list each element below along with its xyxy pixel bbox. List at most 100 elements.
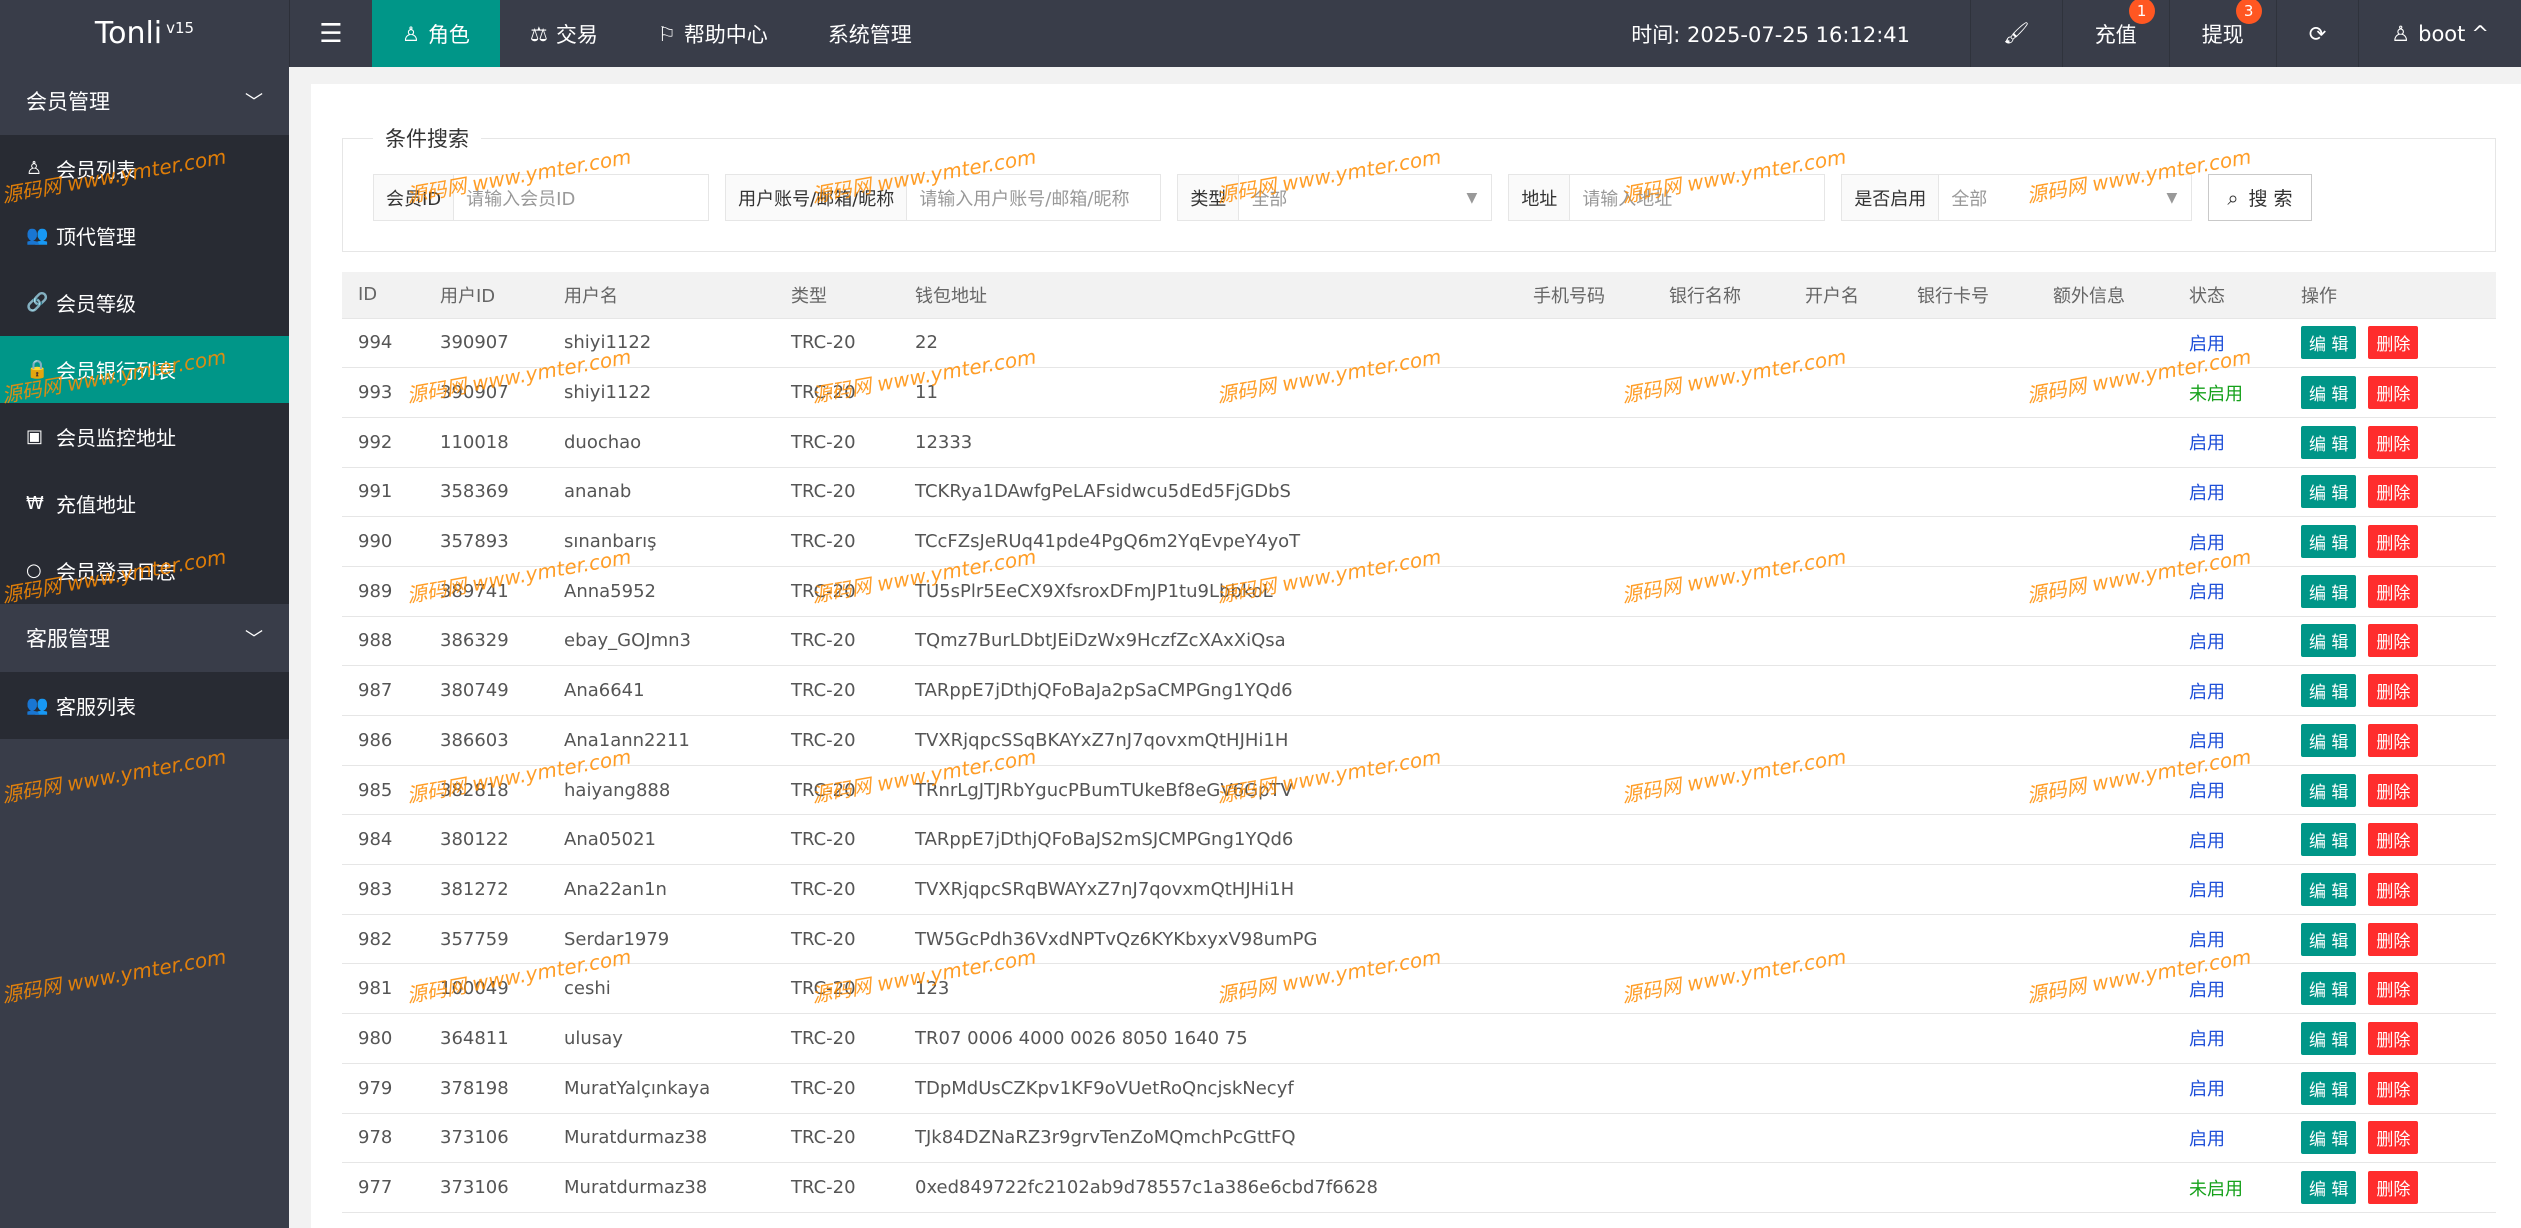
delete-button[interactable]: 删除 — [2368, 773, 2419, 807]
delete-button[interactable]: 删除 — [2368, 624, 2419, 658]
edit-button[interactable]: 编 辑 — [2301, 376, 2357, 410]
status-label[interactable]: 启用 — [2189, 980, 2225, 1001]
edit-button[interactable]: 编 辑 — [2301, 872, 2357, 906]
cell-status: 启用 — [2173, 566, 2285, 617]
edit-button[interactable]: 编 辑 — [2301, 674, 2357, 708]
status-label[interactable]: 启用 — [2189, 880, 2225, 901]
sidebar-item-member-bank[interactable]: 🔒 会员银行列表 — [0, 336, 289, 403]
status-label[interactable]: 启用 — [2189, 1079, 2225, 1100]
edit-button[interactable]: 编 辑 — [2301, 1071, 2357, 1105]
status-label[interactable]: 启用 — [2189, 781, 2225, 802]
cell-phone — [1517, 318, 1653, 369]
delete-button[interactable]: 删除 — [2368, 525, 2419, 559]
table-row: 986 386603 Ana1ann2211 TRC-20 TVXRjqpcSSqBKA… — [342, 715, 2496, 766]
delete-button[interactable]: 删除 — [2368, 872, 2419, 906]
menu-toggle-icon[interactable]: ☰ — [290, 0, 372, 67]
account-input[interactable]: 请输入用户账号/邮箱/昵称 — [907, 175, 1160, 220]
delete-button[interactable]: 删除 — [2368, 376, 2419, 410]
delete-button[interactable]: 删除 — [2368, 1171, 2419, 1205]
user-menu[interactable]: ♙ boot ^ — [2358, 0, 2521, 67]
edit-button[interactable]: 编 辑 — [2301, 823, 2357, 857]
chevron-down-icon: ﹀ — [245, 629, 263, 650]
delete-button[interactable]: 删除 — [2368, 972, 2419, 1006]
cell-phone — [1517, 1113, 1653, 1164]
delete-button[interactable]: 删除 — [2368, 475, 2419, 509]
edit-button[interactable]: 编 辑 — [2301, 326, 2357, 360]
cell-phone — [1517, 914, 1653, 965]
delete-button[interactable]: 删除 — [2368, 922, 2419, 956]
delete-button[interactable]: 删除 — [2368, 1121, 2419, 1155]
sidebar-item-member-list[interactable]: ♙ 会员列表 — [0, 135, 289, 202]
sidebar-item-recharge-address[interactable]: ₩ 充值地址 — [0, 470, 289, 537]
cell-card — [1901, 914, 2037, 965]
cell-actions: 编 辑删除 — [2285, 516, 2496, 567]
sidebar-group-service[interactable]: 客服管理 ﹀ — [0, 604, 289, 672]
status-label[interactable]: 启用 — [2189, 1029, 2225, 1050]
sidebar-item-top-agent[interactable]: 👥 顶代管理 — [0, 202, 289, 269]
cell-uid: 357759 — [424, 914, 548, 965]
col-actions: 操作 — [2285, 272, 2496, 319]
delete-button[interactable]: 删除 — [2368, 326, 2419, 360]
cell-id: 986 — [342, 715, 424, 766]
delete-button[interactable]: 删除 — [2368, 1021, 2419, 1055]
cell-holder — [1789, 864, 1901, 915]
withdraw-button[interactable]: 提现 3 — [2168, 0, 2276, 67]
edit-button[interactable]: 编 辑 — [2301, 574, 2357, 608]
cell-actions: 编 辑删除 — [2285, 566, 2496, 617]
delete-button[interactable]: 删除 — [2368, 674, 2419, 708]
sidebar-item-login-log[interactable]: ○ 会员登录日志 — [0, 537, 289, 604]
edit-button[interactable]: 编 辑 — [2301, 475, 2357, 509]
cell-extra — [2037, 417, 2173, 468]
status-label[interactable]: 启用 — [2189, 930, 2225, 951]
cell-phone — [1517, 665, 1653, 716]
edit-button[interactable]: 编 辑 — [2301, 922, 2357, 956]
cell-card — [1901, 665, 2037, 716]
nav-item-role[interactable]: ♙ 角色 — [372, 0, 500, 67]
edit-button[interactable]: 编 辑 — [2301, 1021, 2357, 1055]
status-label[interactable]: 启用 — [2189, 831, 2225, 852]
recharge-button[interactable]: 充值 1 — [2061, 0, 2169, 67]
status-label[interactable]: 启用 — [2189, 433, 2225, 454]
sidebar-item-member-level[interactable]: 🔗 会员等级 — [0, 269, 289, 336]
address-input[interactable]: 请输入地址 — [1570, 175, 1824, 220]
status-label[interactable]: 未启用 — [2189, 1179, 2243, 1200]
refresh-button[interactable]: ⟳ — [2275, 0, 2359, 67]
status-label[interactable]: 启用 — [2189, 582, 2225, 603]
nav-item-system[interactable]: 系统管理 — [798, 0, 942, 67]
clear-cache-button[interactable]: 🖌 — [1970, 0, 2062, 67]
edit-button[interactable]: 编 辑 — [2301, 972, 2357, 1006]
status-label[interactable]: 启用 — [2189, 533, 2225, 554]
cell-extra — [2037, 665, 2173, 716]
edit-button[interactable]: 编 辑 — [2301, 773, 2357, 807]
status-label[interactable]: 启用 — [2189, 334, 2225, 355]
cell-holder — [1789, 715, 1901, 766]
app-logo[interactable]: Tonli v15 — [0, 0, 290, 67]
sidebar-group-members[interactable]: 会员管理 ﹀ — [0, 67, 289, 135]
edit-button[interactable]: 编 辑 — [2301, 723, 2357, 757]
member-id-input[interactable]: 请输入会员ID — [454, 175, 708, 220]
enabled-select[interactable]: 全部 ▼ — [1939, 175, 2191, 220]
sidebar-item-service-list[interactable]: 👥 客服列表 — [0, 672, 289, 739]
status-label[interactable]: 启用 — [2189, 1129, 2225, 1150]
edit-button[interactable]: 编 辑 — [2301, 1171, 2357, 1205]
delete-button[interactable]: 删除 — [2368, 823, 2419, 857]
search-button[interactable]: ⌕ 搜 索 — [2208, 174, 2312, 221]
nav-item-help[interactable]: ⚐ 帮助中心 — [628, 0, 798, 67]
delete-button[interactable]: 删除 — [2368, 425, 2419, 459]
edit-button[interactable]: 编 辑 — [2301, 1121, 2357, 1155]
delete-button[interactable]: 删除 — [2368, 1071, 2419, 1105]
type-select[interactable]: 全部 ▼ — [1239, 175, 1491, 220]
sidebar-item-monitor-address[interactable]: ▣ 会员监控地址 — [0, 403, 289, 470]
cell-card — [1901, 1063, 2037, 1114]
status-label[interactable]: 未启用 — [2189, 384, 2243, 405]
delete-button[interactable]: 删除 — [2368, 574, 2419, 608]
status-label[interactable]: 启用 — [2189, 632, 2225, 653]
delete-button[interactable]: 删除 — [2368, 723, 2419, 757]
nav-item-trade[interactable]: ⚖ 交易 — [500, 0, 628, 67]
edit-button[interactable]: 编 辑 — [2301, 525, 2357, 559]
status-label[interactable]: 启用 — [2189, 682, 2225, 703]
status-label[interactable]: 启用 — [2189, 731, 2225, 752]
edit-button[interactable]: 编 辑 — [2301, 425, 2357, 459]
status-label[interactable]: 启用 — [2189, 483, 2225, 504]
edit-button[interactable]: 编 辑 — [2301, 624, 2357, 658]
